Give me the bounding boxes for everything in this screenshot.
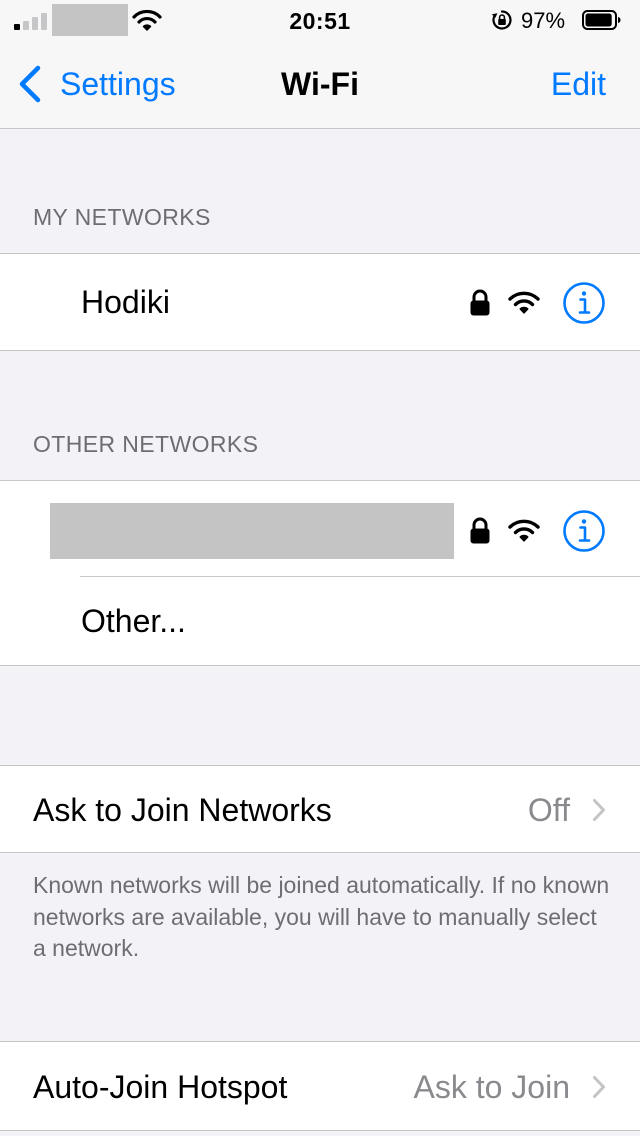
other-networks-header: OTHER NETWORKS	[33, 431, 259, 457]
my-networks-group: Hodiki	[0, 253, 640, 351]
chevron-right-icon	[593, 1076, 605, 1098]
navigation-bar: Settings Wi-Fi Edit	[0, 40, 640, 129]
status-bar: 20:51 97%	[0, 0, 640, 40]
info-icon[interactable]	[562, 509, 606, 553]
info-icon[interactable]	[562, 281, 606, 325]
auto-join-hotspot-row[interactable]: Auto-Join Hotspot Ask to Join	[0, 1042, 640, 1130]
rotation-lock-icon	[491, 10, 512, 30]
other-networks-group: Other...	[0, 480, 640, 666]
other-network-row[interactable]: Other...	[0, 577, 640, 665]
auto-join-hotspot-value: Ask to Join	[413, 1069, 570, 1105]
network-name: Hodiki	[81, 284, 170, 320]
ask-to-join-row[interactable]: Ask to Join Networks Off	[0, 766, 640, 852]
network-row-hodiki[interactable]: Hodiki	[0, 254, 640, 350]
ask-to-join-group: Ask to Join Networks Off	[0, 765, 640, 853]
page-title: Wi-Fi	[281, 66, 359, 102]
ask-to-join-footer: Known networks will be joined automatica…	[33, 872, 610, 961]
wifi-signal-icon	[508, 519, 540, 542]
chevron-right-icon	[593, 799, 605, 821]
battery-percentage: 97%	[521, 8, 566, 33]
auto-join-hotspot-group: Auto-Join Hotspot Ask to Join	[0, 1041, 640, 1131]
battery-icon	[582, 10, 621, 30]
lock-icon	[470, 517, 490, 544]
other-network-label: Other...	[81, 603, 186, 639]
wifi-signal-icon	[508, 291, 540, 314]
ask-to-join-label: Ask to Join Networks	[33, 792, 332, 828]
edit-button[interactable]: Edit	[551, 66, 606, 103]
ask-to-join-value: Off	[527, 792, 570, 828]
network-row-redacted[interactable]	[0, 481, 640, 577]
my-networks-header: MY NETWORKS	[33, 204, 211, 230]
network-name-redacted	[50, 503, 454, 559]
lock-icon	[470, 289, 490, 316]
auto-join-hotspot-label: Auto-Join Hotspot	[33, 1069, 288, 1105]
